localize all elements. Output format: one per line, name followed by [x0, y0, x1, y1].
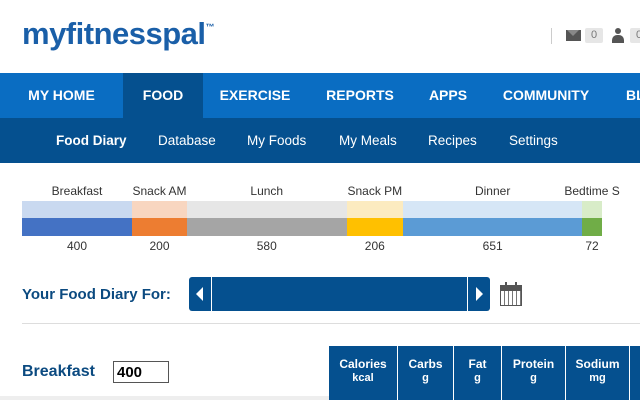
meal-bar-lunch — [187, 218, 347, 236]
meal-label-dinner: Dinner — [474, 184, 511, 198]
meal-value-lunch: 580 — [256, 239, 277, 253]
diary-date-row: Your Food Diary For: — [22, 277, 640, 311]
meal-value-bedtime-s: 72 — [585, 239, 599, 253]
meal-bar-light-breakfast — [22, 201, 132, 218]
brand-logo[interactable]: myfitnesspal™ — [22, 16, 214, 52]
meal-bar-breakfast — [22, 218, 132, 236]
meal-calories-chart: Breakfast 400 Snack AM 200 Lunch 580 Snack PM 2… — [22, 175, 640, 260]
col-protein-label: Protein — [512, 357, 555, 371]
subnav-my-foods[interactable]: My Foods — [247, 118, 306, 163]
diary-date[interactable] — [211, 277, 468, 311]
meal-label-breakfast: Breakfast — [51, 184, 103, 198]
subnav-database[interactable]: Database — [158, 118, 216, 163]
nav-community[interactable]: COMMUNITY — [483, 73, 609, 118]
user-count-badge[interactable]: 0 — [630, 28, 640, 43]
meal-label-lunch: Lunch — [250, 184, 284, 198]
col-sodium[interactable]: Sodium mg — [566, 346, 630, 400]
meal-bar-dinner — [403, 218, 583, 236]
meal-value-dinner: 651 — [482, 239, 503, 253]
col-carbs-unit: g — [422, 372, 429, 384]
col-fat-unit: g — [474, 372, 481, 384]
nav-reports[interactable]: REPORTS — [307, 73, 413, 118]
table-row-strip — [0, 396, 329, 400]
main-nav: MY HOME FOOD EXERCISE REPORTS APPS COMMU… — [0, 73, 640, 118]
meal-bar-light-snack-am — [132, 201, 187, 218]
meal-bar-snack-am — [132, 218, 187, 236]
meal-bar-light-dinner — [403, 201, 583, 218]
site-header: myfitnesspal™ 0 0 — [0, 0, 640, 73]
col-fat-label: Fat — [468, 357, 487, 371]
date-navigator — [189, 277, 490, 311]
diary-label: Your Food Diary For: — [22, 286, 171, 303]
meal-bar-snack-pm — [346, 218, 404, 236]
person-icon[interactable] — [612, 28, 624, 43]
meal-value-breakfast: 400 — [66, 239, 88, 253]
section-divider — [22, 323, 640, 324]
col-carbs-label: Carbs — [408, 357, 443, 371]
header-divider — [551, 28, 552, 44]
col-calories[interactable]: Calories kcal — [329, 346, 398, 400]
envelope-icon[interactable] — [566, 30, 581, 41]
col-protein-unit: g — [530, 372, 537, 384]
sub-nav: Food Diary Database My Foods My Meals Re… — [0, 118, 640, 163]
meal-label-snack-am: Snack AM — [132, 184, 187, 198]
meal-label-bedtime-s: Bedtime S — [564, 184, 620, 198]
arrow-right-icon[interactable] — [467, 277, 490, 311]
subnav-my-meals[interactable]: My Meals — [339, 118, 397, 163]
meal-value-snack-am: 200 — [149, 239, 170, 253]
subnav-recipes[interactable]: Recipes — [428, 118, 477, 163]
nav-my-home[interactable]: MY HOME — [0, 73, 123, 118]
breakfast-calories-input[interactable] — [113, 361, 169, 383]
nav-apps[interactable]: APPS — [413, 73, 483, 118]
meal-bar-light-bedtime-s — [582, 201, 602, 218]
col-calories-label: Calories — [339, 357, 387, 371]
nav-exercise[interactable]: EXERCISE — [203, 73, 307, 118]
meal-bar-bedtime-s — [582, 218, 602, 236]
calendar-icon[interactable] — [500, 282, 522, 306]
meal-value-snack-pm: 206 — [364, 239, 385, 253]
meal-label-snack-pm: Snack PM — [347, 184, 403, 198]
subnav-food-diary[interactable]: Food Diary — [56, 118, 127, 163]
nav-blog[interactable]: BL — [626, 73, 640, 118]
col-sodium-unit: mg — [589, 372, 606, 384]
col-carbs[interactable]: Carbs g — [398, 346, 454, 400]
nav-food[interactable]: FOOD — [123, 73, 203, 118]
meal-bar-light-lunch — [187, 201, 347, 218]
col-calories-unit: kcal — [352, 372, 374, 384]
mail-count-badge[interactable]: 0 — [585, 28, 603, 43]
col-more[interactable] — [630, 346, 640, 400]
subnav-settings[interactable]: Settings — [509, 118, 558, 163]
breakfast-title: Breakfast — [22, 363, 95, 380]
meal-bar-light-snack-pm — [346, 201, 404, 218]
col-sodium-label: Sodium — [575, 357, 620, 371]
arrow-left-icon[interactable] — [189, 277, 212, 311]
col-fat[interactable]: Fat g — [454, 346, 502, 400]
col-protein[interactable]: Protein g — [502, 346, 566, 400]
